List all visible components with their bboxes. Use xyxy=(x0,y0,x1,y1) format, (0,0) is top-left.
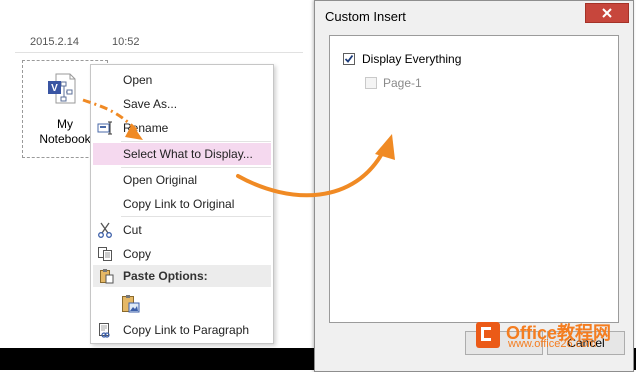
menu-item-open[interactable]: Open xyxy=(91,69,273,91)
page-1-label: Page-1 xyxy=(383,76,422,90)
menu-item-rename[interactable]: Rename xyxy=(91,117,273,139)
close-icon xyxy=(602,8,612,18)
office-logo-icon xyxy=(476,322,500,348)
link-paragraph-icon xyxy=(99,323,110,338)
checkmark-icon xyxy=(344,54,354,63)
rename-icon xyxy=(97,121,112,135)
menu-item-select-what-to-display[interactable]: Select What to Display... xyxy=(93,143,271,165)
display-everything-label: Display Everything xyxy=(362,52,462,66)
menu-item-copy-link-to-paragraph[interactable]: Copy Link to Paragraph xyxy=(91,319,273,341)
dialog-titlebar[interactable]: Custom Insert xyxy=(315,1,633,31)
paste-options-header: Paste Options: xyxy=(93,265,271,287)
note-header-rule xyxy=(15,52,303,53)
menu-separator xyxy=(121,167,271,168)
svg-text:V: V xyxy=(51,83,58,94)
visio-file-icon: V xyxy=(48,73,76,104)
display-everything-checkbox[interactable] xyxy=(343,53,355,65)
menu-item-label: Copy Link to Original xyxy=(123,197,235,211)
menu-item-paste-picture[interactable] xyxy=(91,291,273,317)
close-button[interactable] xyxy=(585,3,629,23)
copy-icon xyxy=(98,247,112,261)
paste-icon xyxy=(100,269,114,284)
menu-item-open-original[interactable]: Open Original xyxy=(91,169,273,191)
display-tree: Display Everything Page-1 xyxy=(329,35,619,323)
menu-separator xyxy=(121,141,271,142)
note-time: 10:52 xyxy=(112,36,140,48)
menu-separator xyxy=(121,216,271,217)
paste-options-label: Paste Options: xyxy=(123,269,208,283)
menu-item-label: Cut xyxy=(123,223,142,237)
menu-item-save-as[interactable]: Save As... xyxy=(91,93,273,115)
menu-item-label: Open Original xyxy=(123,173,198,187)
menu-item-label: Select What to Display... xyxy=(123,147,253,161)
scissors-icon xyxy=(98,222,112,238)
menu-item-copy-link-to-original[interactable]: Copy Link to Original xyxy=(91,193,273,215)
office26-watermark: Office教程网 www.office26.com xyxy=(470,318,636,352)
menu-item-cut[interactable]: Cut xyxy=(91,219,273,241)
page-1-checkbox xyxy=(365,77,377,89)
menu-item-label: Copy xyxy=(123,247,152,261)
menu-item-label: Copy Link to Paragraph xyxy=(123,323,250,337)
menu-item-label: Rename xyxy=(123,121,169,135)
note-date: 2015.2.14 xyxy=(30,36,79,48)
custom-insert-dialog: Custom Insert Display Everything Page-1 … xyxy=(314,0,634,372)
paste-picture-icon xyxy=(122,295,140,313)
dialog-title: Custom Insert xyxy=(325,9,406,24)
watermark-url: www.office26.com xyxy=(508,338,597,350)
context-menu: Open Save As... Rename Select What to Di… xyxy=(90,64,274,344)
menu-item-label: Save As... xyxy=(123,97,178,111)
menu-item-copy[interactable]: Copy xyxy=(91,243,273,265)
menu-item-label: Open xyxy=(123,73,153,87)
